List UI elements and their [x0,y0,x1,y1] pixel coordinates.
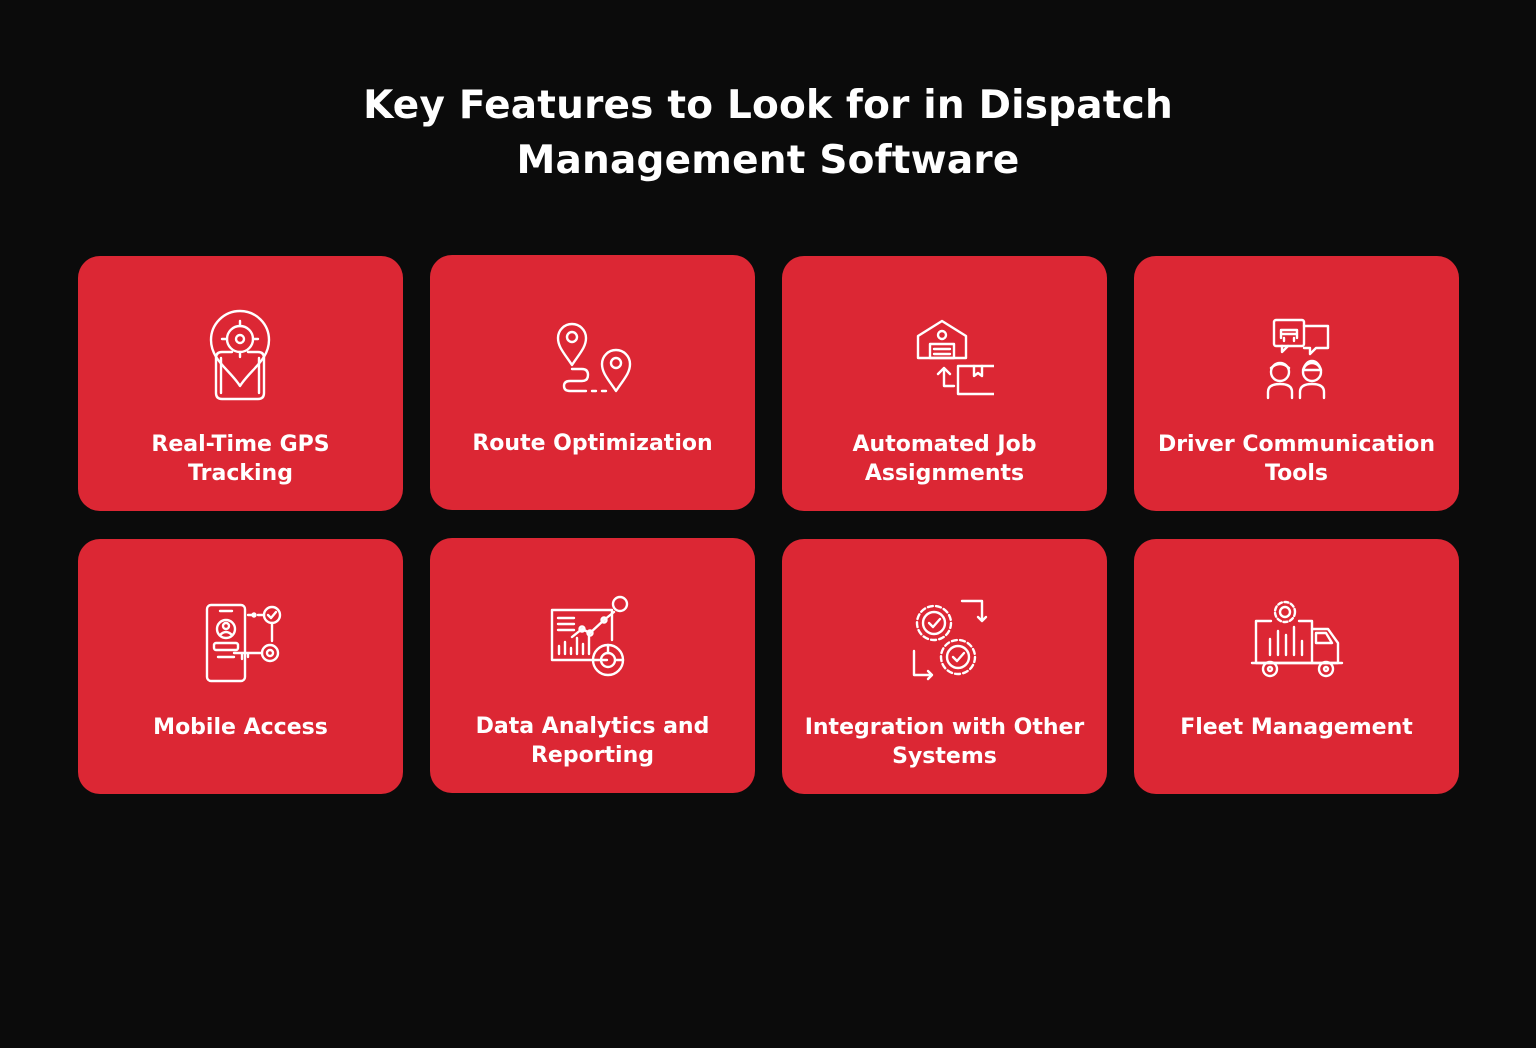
feature-card-data-analytics: Data Analytics and Reporting [430,538,755,793]
gps-tracking-icon [190,308,290,408]
page-title: Key Features to Look for in Dispatch Man… [268,78,1268,188]
feature-label: Driver Communication Tools [1157,432,1436,486]
feature-card-gps-tracking: Real-Time GPS Tracking [78,256,403,511]
feature-card-job-assignments: Automated Job Assignments [782,256,1107,511]
fleet-truck-icon [1246,591,1346,691]
feature-card-integration: Integration with Other Systems [782,539,1107,794]
integration-gears-icon [894,591,994,691]
page-title-line-1: Key Features to Look for in Dispatch [363,83,1173,128]
route-optimization-icon [542,307,642,407]
feature-label: Fleet Management [1180,715,1413,740]
mobile-access-icon [190,591,290,691]
feature-card-driver-communication: Driver Communication Tools [1134,256,1459,511]
feature-card-route-optimization: Route Optimization [430,255,755,510]
driver-communication-icon [1246,308,1346,408]
feature-label: Data Analytics and Reporting [475,714,710,768]
data-analytics-icon [542,590,642,690]
feature-card-fleet-management: Fleet Management [1134,539,1459,794]
feature-label: Route Optimization [472,431,713,456]
page-title-line-2: Management Software [516,138,1020,183]
feature-label: Integration with Other Systems [804,715,1085,769]
feature-label: Mobile Access [153,715,328,740]
warehouse-package-icon [894,308,994,408]
feature-label: Automated Job Assignments [852,432,1037,486]
feature-label: Real-Time GPS Tracking [151,432,330,486]
feature-card-mobile-access: Mobile Access [78,539,403,794]
